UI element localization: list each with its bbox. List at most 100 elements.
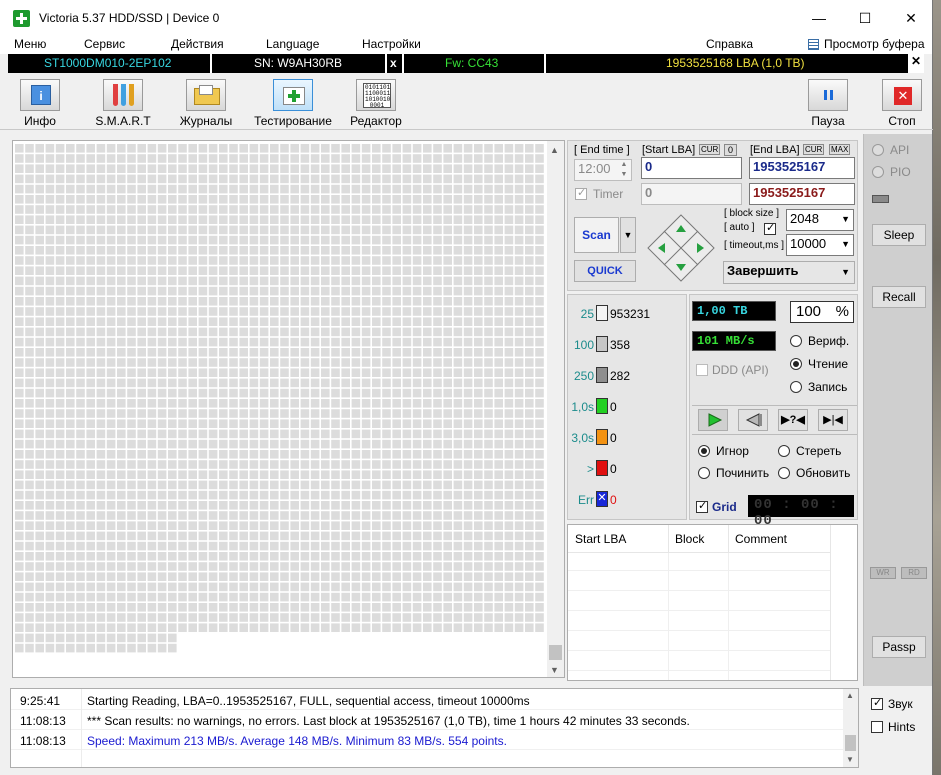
scroll-thumb[interactable] xyxy=(549,645,562,660)
auto-block-checkbox[interactable]: ✓ xyxy=(764,222,776,235)
repair-radio[interactable] xyxy=(698,467,710,479)
menu-buffer-view[interactable]: Просмотр буфера xyxy=(824,37,925,51)
testing-button[interactable]: Тестирование xyxy=(252,79,334,128)
map-block xyxy=(361,603,371,612)
refresh-radio[interactable] xyxy=(778,467,790,479)
info-button[interactable]: i Инфо xyxy=(16,79,64,128)
butterfly-icon[interactable]: ▶|◀ xyxy=(818,409,848,431)
map-block xyxy=(372,297,381,306)
start-lba-input[interactable]: 0 xyxy=(641,157,742,179)
col-comment[interactable]: Comment xyxy=(735,532,787,546)
map-block xyxy=(188,317,197,326)
map-block xyxy=(178,388,187,398)
start-cur-button[interactable]: CUR xyxy=(699,144,721,155)
map-block xyxy=(290,327,299,337)
start-zero-button[interactable]: 0 xyxy=(724,144,738,156)
map-block xyxy=(66,480,75,490)
scan-dropdown-icon[interactable]: ▼ xyxy=(620,217,636,253)
map-block xyxy=(402,582,412,592)
map-block xyxy=(25,195,34,204)
map-block xyxy=(117,378,126,388)
logs-button[interactable]: Журналы xyxy=(176,79,236,128)
finish-action-select[interactable]: Завершить ▼ xyxy=(723,261,855,284)
menu-language[interactable]: Language xyxy=(266,37,319,51)
map-block xyxy=(15,358,24,367)
ignore-radio[interactable] xyxy=(698,445,710,457)
col-block[interactable]: Block xyxy=(675,532,704,546)
map-block xyxy=(535,460,544,469)
map-block xyxy=(514,174,524,184)
recall-button[interactable]: Recall xyxy=(872,286,926,308)
block-size-select[interactable]: 2048 ▼ xyxy=(786,209,854,231)
map-block xyxy=(535,246,544,255)
map-block xyxy=(280,184,289,194)
quick-button[interactable]: QUICK xyxy=(574,260,636,282)
map-block xyxy=(535,399,544,408)
random-seek-icon[interactable]: ▶?◀ xyxy=(778,409,808,431)
map-block xyxy=(86,337,95,347)
write-radio[interactable] xyxy=(790,381,802,393)
menu-actions[interactable]: Действия xyxy=(171,37,224,51)
map-block xyxy=(423,603,432,612)
map-block xyxy=(219,429,228,439)
play-backward-icon[interactable] xyxy=(738,409,768,431)
map-block xyxy=(504,235,514,245)
scroll-down-icon[interactable]: ▼ xyxy=(550,665,559,675)
menu-main[interactable]: Меню xyxy=(14,37,46,51)
drive-model[interactable]: ST1000DM010-2EP102 xyxy=(44,56,171,70)
map-block xyxy=(137,184,146,194)
map-block xyxy=(219,541,228,551)
smart-button[interactable]: S.M.A.R.T xyxy=(92,79,154,128)
map-block xyxy=(351,195,361,204)
map-block xyxy=(229,317,238,326)
end-cur-button[interactable]: CUR xyxy=(803,144,825,155)
passp-button[interactable]: Passp xyxy=(872,636,926,658)
editor-button[interactable]: 0101101 1100011 1010010 0001 Редактор xyxy=(347,79,405,128)
pio-radio[interactable] xyxy=(872,166,884,178)
sound-checkbox[interactable]: ✓ xyxy=(871,697,883,710)
map-block xyxy=(484,266,493,275)
map-block xyxy=(259,205,269,214)
verify-radio[interactable] xyxy=(790,335,802,347)
scan-button[interactable]: Scan xyxy=(574,217,619,253)
infobar-close-icon[interactable]: ✕ xyxy=(908,54,924,73)
ddd-api-checkbox[interactable] xyxy=(696,364,708,376)
serial-close-icon[interactable]: x xyxy=(390,56,397,70)
map-block xyxy=(494,450,503,459)
map-block xyxy=(178,501,187,510)
grid-checkbox[interactable]: ✓ xyxy=(696,500,708,513)
map-block xyxy=(106,603,116,612)
block-map-scrollbar[interactable]: ▲ ▼ xyxy=(547,141,564,677)
erase-radio[interactable] xyxy=(778,445,790,457)
timeout-select[interactable]: 10000 ▼ xyxy=(786,234,854,256)
map-block xyxy=(514,501,524,510)
read-radio[interactable] xyxy=(790,358,802,370)
timer-checkbox[interactable]: ✓ xyxy=(575,187,587,200)
close-button[interactable]: ✕ xyxy=(888,0,934,36)
end-max-button[interactable]: MAX xyxy=(829,144,851,155)
play-forward-icon[interactable] xyxy=(698,409,728,431)
map-block xyxy=(55,460,65,469)
end-lba-input[interactable]: 1953525167 xyxy=(749,157,855,179)
stop-button[interactable]: ✕ Стоп xyxy=(880,79,924,128)
minimize-button[interactable]: — xyxy=(796,0,842,36)
map-block xyxy=(25,388,34,398)
api-radio[interactable] xyxy=(872,144,884,156)
map-block xyxy=(290,195,299,204)
maximize-button[interactable]: ☐ xyxy=(842,0,888,36)
menu-service[interactable]: Сервис xyxy=(84,37,125,51)
log-scrollbar[interactable]: ▲ ▼ xyxy=(843,689,858,767)
sleep-button[interactable]: Sleep xyxy=(872,224,926,246)
map-block xyxy=(137,511,146,520)
time-spinner-icon[interactable]: ▲ ▼ xyxy=(618,160,630,180)
scroll-up-icon[interactable]: ▲ xyxy=(550,145,559,155)
menu-help[interactable]: Справка xyxy=(706,37,753,51)
map-block xyxy=(270,470,279,479)
pause-button[interactable]: Пауза xyxy=(806,79,850,128)
direction-pad-icon[interactable] xyxy=(646,213,716,283)
map-block xyxy=(55,603,65,612)
map-block xyxy=(117,246,126,255)
hints-checkbox[interactable] xyxy=(871,721,883,733)
col-start-lba[interactable]: Start LBA xyxy=(575,532,626,546)
menu-settings[interactable]: Настройки xyxy=(362,37,421,51)
